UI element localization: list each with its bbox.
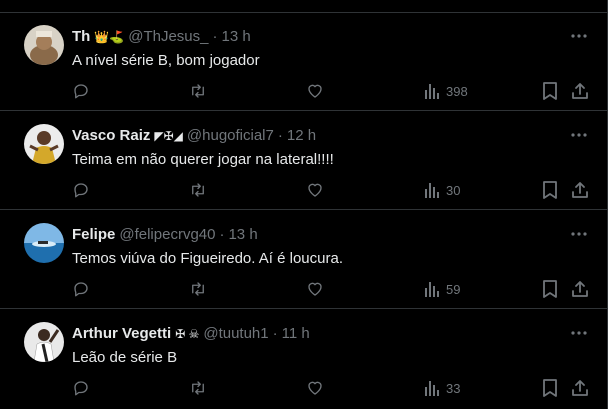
- retweet-button[interactable]: [188, 180, 208, 200]
- like-button[interactable]: [306, 279, 324, 299]
- views-icon: [425, 84, 439, 99]
- bookmark-icon: [543, 181, 557, 199]
- name-emoji: 👑⛳: [94, 30, 125, 44]
- more-icon[interactable]: [569, 324, 589, 342]
- like-icon: [308, 183, 322, 197]
- tweet-text: Temos viúva do Figueiredo. Aí é loucura.: [72, 250, 343, 267]
- more-icon[interactable]: [569, 27, 589, 45]
- reply-icon: [74, 381, 88, 396]
- timestamp[interactable]: 13 h: [228, 226, 257, 244]
- avatar[interactable]: [24, 124, 64, 164]
- retweet-button[interactable]: [188, 81, 208, 101]
- tweet-actions: 398: [0, 81, 607, 101]
- bookmark-icon: [543, 82, 557, 100]
- tweet-text: Teima em não querer jogar na lateral!!!!: [72, 151, 334, 168]
- share-button[interactable]: [571, 180, 589, 200]
- views-count: 33: [446, 380, 461, 396]
- tweet-actions: 59: [0, 279, 607, 299]
- display-name[interactable]: Felipe: [72, 226, 115, 244]
- reply-icon: [74, 183, 88, 198]
- avatar[interactable]: [24, 322, 64, 362]
- views-button[interactable]: 30: [424, 180, 460, 200]
- like-button[interactable]: [306, 81, 324, 101]
- share-icon: [572, 182, 588, 198]
- like-icon: [308, 381, 322, 395]
- like-button[interactable]: [306, 180, 324, 200]
- views-count: 59: [446, 281, 461, 297]
- retweet-button[interactable]: [188, 378, 208, 398]
- like-icon: [308, 282, 322, 296]
- reply-button[interactable]: [72, 81, 90, 101]
- more-icon[interactable]: [569, 225, 589, 243]
- tweet-actions: 33: [0, 378, 607, 398]
- retweet-button[interactable]: [188, 279, 208, 299]
- display-name[interactable]: Th: [72, 28, 90, 46]
- retweet-icon: [192, 183, 204, 197]
- bookmark-icon: [543, 379, 557, 397]
- like-button[interactable]: [306, 378, 324, 398]
- tweet-header: Arthur Vegetti ✠ ☠ @tuutuh1 · 11 h: [72, 325, 310, 343]
- share-button[interactable]: [571, 378, 589, 398]
- user-handle[interactable]: @tuutuh1: [203, 325, 268, 343]
- views-icon: [425, 183, 439, 198]
- share-button[interactable]: [571, 81, 589, 101]
- separator: ·: [272, 325, 278, 342]
- name-emoji: ✠ ☠: [175, 327, 200, 341]
- views-button[interactable]: 33: [424, 378, 460, 398]
- reply-button[interactable]: [72, 180, 90, 200]
- retweet-icon: [192, 84, 204, 98]
- bookmark-button[interactable]: [542, 180, 558, 200]
- tweet-header: Th 👑⛳ @ThJesus_ · 13 h: [72, 28, 251, 46]
- tweet-header: Felipe @felipecrvg40 · 13 h: [72, 226, 258, 244]
- display-name[interactable]: Arthur Vegetti: [72, 325, 171, 343]
- user-handle[interactable]: @ThJesus_: [128, 28, 208, 46]
- retweet-icon: [192, 282, 204, 296]
- timestamp[interactable]: 12 h: [287, 127, 316, 145]
- separator: ·: [277, 127, 283, 144]
- tweet-header: Vasco Raiz ◤✠◢ @hugoficial7 · 12 h: [72, 127, 316, 145]
- tweet-actions: 30: [0, 180, 607, 200]
- share-icon: [572, 281, 588, 297]
- tweet[interactable]: Th 👑⛳ @ThJesus_ · 13 h A nível série B, …: [0, 13, 607, 111]
- bookmark-button[interactable]: [542, 378, 558, 398]
- share-icon: [572, 380, 588, 396]
- share-icon: [572, 83, 588, 99]
- retweet-icon: [192, 381, 204, 395]
- user-handle[interactable]: @hugoficial7: [187, 127, 274, 145]
- views-icon: [425, 282, 439, 297]
- separator: ·: [212, 28, 218, 45]
- name-emoji: ◤✠◢: [154, 129, 183, 143]
- tweet-timeline: Th 👑⛳ @ThJesus_ · 13 h A nível série B, …: [0, 0, 608, 409]
- reply-button[interactable]: [72, 378, 90, 398]
- reply-icon: [74, 282, 88, 297]
- bookmark-button[interactable]: [542, 279, 558, 299]
- tweet-text: Leão de série B: [72, 349, 178, 366]
- bookmark-icon: [543, 280, 557, 298]
- reply-icon: [74, 84, 88, 99]
- reply-button[interactable]: [72, 279, 90, 299]
- like-icon: [308, 84, 322, 98]
- avatar[interactable]: [24, 223, 64, 263]
- views-count: 398: [446, 83, 468, 99]
- views-button[interactable]: 398: [424, 81, 468, 101]
- more-icon[interactable]: [569, 126, 589, 144]
- tweet[interactable]: Vasco Raiz ◤✠◢ @hugoficial7 · 12 h Teima…: [0, 112, 607, 210]
- tweet[interactable]: Felipe @felipecrvg40 · 13 h Temos viúva …: [0, 211, 607, 309]
- views-count: 30: [446, 182, 461, 198]
- display-name[interactable]: Vasco Raiz: [72, 127, 150, 145]
- share-button[interactable]: [571, 279, 589, 299]
- timestamp[interactable]: 11 h: [282, 325, 310, 343]
- tweet[interactable]: Arthur Vegetti ✠ ☠ @tuutuh1 · 11 h Leão …: [0, 310, 607, 408]
- views-button[interactable]: 59: [424, 279, 460, 299]
- views-icon: [425, 381, 439, 396]
- tweet-text: A nível série B, bom jogador: [72, 52, 260, 69]
- user-handle[interactable]: @felipecrvg40: [119, 226, 215, 244]
- timestamp[interactable]: 13 h: [221, 28, 250, 46]
- avatar[interactable]: [24, 25, 64, 65]
- separator: ·: [219, 226, 225, 243]
- bookmark-button[interactable]: [542, 81, 558, 101]
